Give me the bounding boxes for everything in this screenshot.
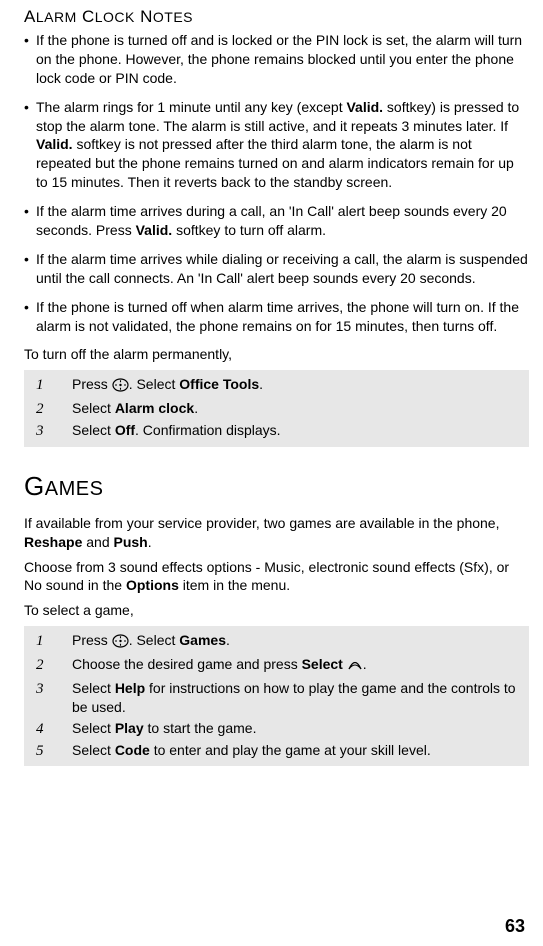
step-text: Select Help for instructions on how to p… — [72, 679, 521, 717]
step-text: Press . Select Office Tools. — [72, 375, 521, 397]
section-title-games: GAMES — [24, 469, 529, 504]
step-text: Press . Select Games. — [72, 631, 521, 653]
step-number: 4 — [32, 719, 52, 739]
step-number: 5 — [32, 741, 52, 761]
bullet-item: If the phone is turned off when alarm ti… — [24, 298, 529, 336]
step-number: 3 — [32, 679, 52, 699]
step-text: Select Alarm clock. — [72, 399, 521, 418]
step-row: 3 Select Help for instructions on how to… — [32, 678, 521, 718]
step-text: Select Play to start the game. — [72, 719, 521, 738]
step-number: 2 — [32, 399, 52, 419]
section-title-alarm-notes: ALARM CLOCK NOTES — [24, 6, 529, 29]
step-number: 3 — [32, 421, 52, 441]
step-row: 3 Select Off. Confirmation displays. — [32, 420, 521, 442]
nav-key-icon — [112, 634, 129, 653]
alarm-notes-list: If the phone is turned off and is locked… — [24, 31, 529, 335]
nav-key-icon — [112, 378, 129, 397]
step-text: Select Off. Confirmation displays. — [72, 421, 521, 440]
page-number: 63 — [505, 914, 525, 938]
step-row: 4 Select Play to start the game. — [32, 718, 521, 740]
step-row: 1 Press . Select Office Tools. — [32, 374, 521, 398]
step-row: 5 Select Code to enter and play the game… — [32, 740, 521, 762]
step-number: 1 — [32, 631, 52, 651]
softkey-icon — [347, 658, 363, 677]
step-number: 2 — [32, 655, 52, 675]
alarm-off-intro: To turn off the alarm permanently, — [24, 345, 529, 364]
alarm-off-steps: 1 Press . Select Office Tools. 2 Select … — [24, 370, 529, 446]
games-para-2: Choose from 3 sound effects options - Mu… — [24, 558, 529, 596]
games-steps: 1 Press . Select Games. 2 Choose the des… — [24, 626, 529, 766]
step-row: 2 Choose the desired game and press Sele… — [32, 654, 521, 678]
step-number: 1 — [32, 375, 52, 395]
step-row: 2 Select Alarm clock. — [32, 398, 521, 420]
step-row: 1 Press . Select Games. — [32, 630, 521, 654]
bullet-item: If the alarm time arrives while dialing … — [24, 250, 529, 288]
bullet-item: The alarm rings for 1 minute until any k… — [24, 98, 529, 192]
page: ALARM CLOCK NOTES If the phone is turned… — [0, 0, 543, 946]
bullet-item: If the phone is turned off and is locked… — [24, 31, 529, 88]
bullet-item: If the alarm time arrives during a call,… — [24, 202, 529, 240]
games-para-1: If available from your service provider,… — [24, 514, 529, 552]
step-text: Choose the desired game and press Select… — [72, 655, 521, 677]
games-intro: To select a game, — [24, 601, 529, 620]
step-text: Select Code to enter and play the game a… — [72, 741, 521, 760]
